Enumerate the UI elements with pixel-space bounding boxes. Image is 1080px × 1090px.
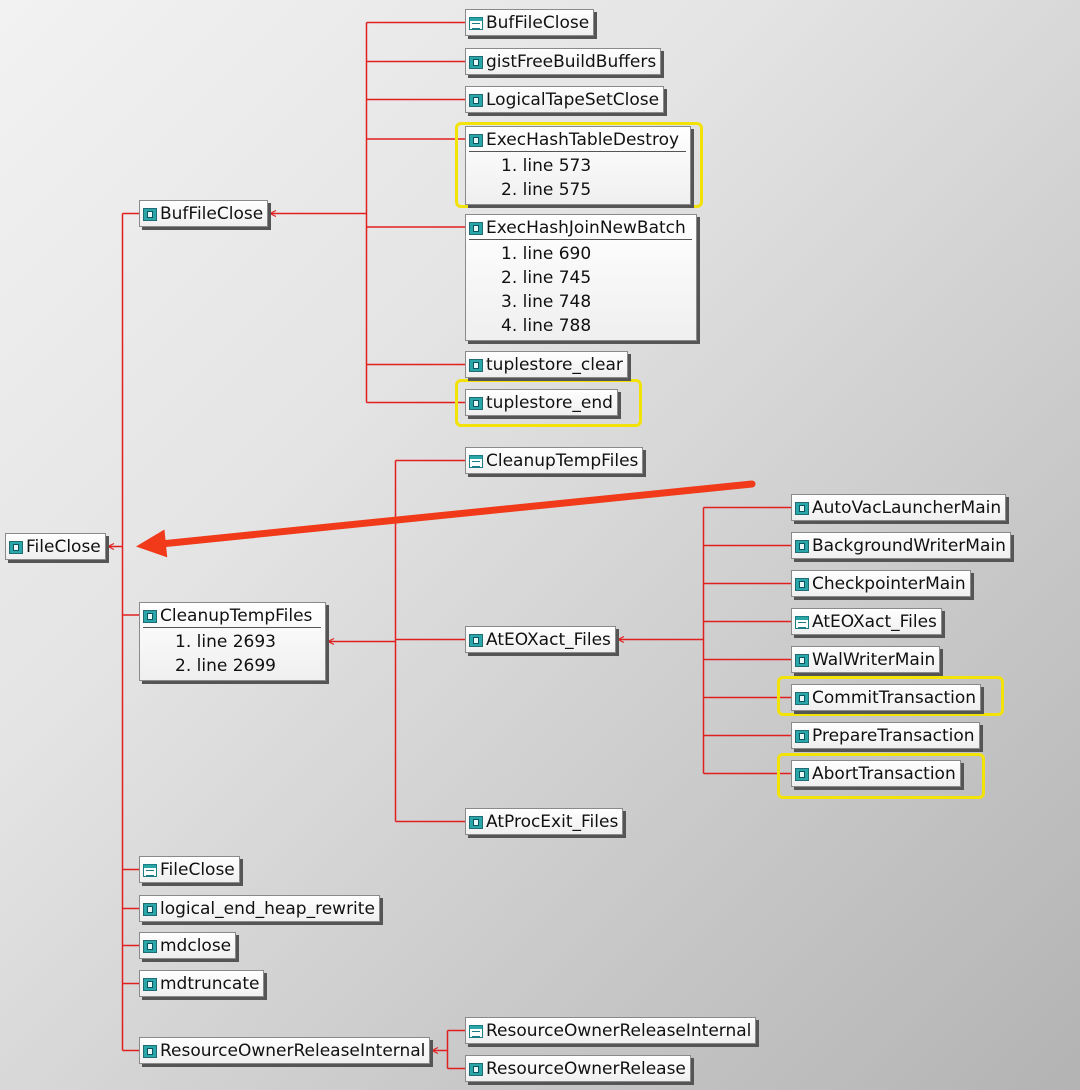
annotation-arrow-head bbox=[136, 529, 168, 558]
annotation-arrow-layer bbox=[136, 480, 756, 558]
annotation-arrow-shaft bbox=[162, 480, 756, 547]
call-graph: FileClose BufFileClose CleanupTempFiles … bbox=[0, 0, 1080, 1090]
